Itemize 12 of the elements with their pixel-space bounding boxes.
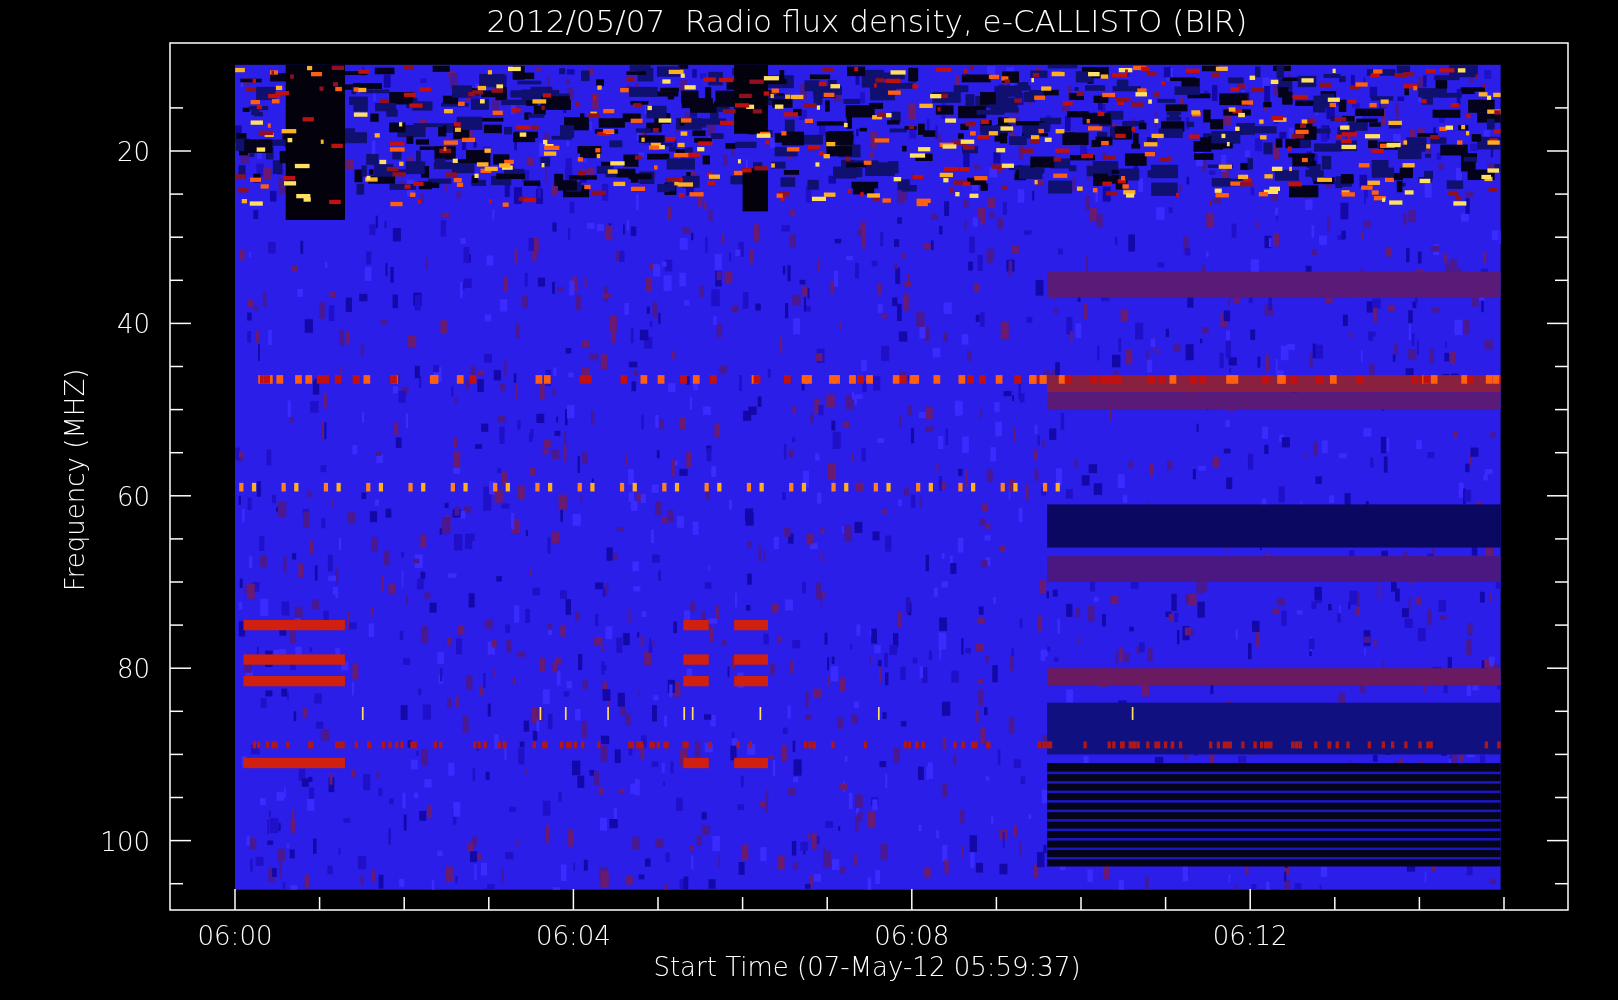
tick-label: 60 bbox=[116, 481, 150, 512]
tick-label: 80 bbox=[116, 654, 150, 685]
tick-label: 06:00 bbox=[197, 921, 273, 951]
tick-label: 20 bbox=[116, 137, 150, 167]
tick-label: 100 bbox=[100, 826, 150, 857]
tick-label: 06:04 bbox=[535, 921, 611, 951]
axis-label: Start Time (07-May-12 05:59:37) bbox=[653, 952, 1081, 982]
axis-label: Frequency (MHZ) bbox=[60, 368, 90, 592]
chart-title: 2012/05/07 Radio flux density, e-CALLISTO (BIR) bbox=[486, 3, 1248, 39]
tick-label: 06:08 bbox=[874, 921, 950, 951]
tick-label: 06:12 bbox=[1212, 921, 1288, 951]
tick-label: 40 bbox=[116, 309, 150, 340]
